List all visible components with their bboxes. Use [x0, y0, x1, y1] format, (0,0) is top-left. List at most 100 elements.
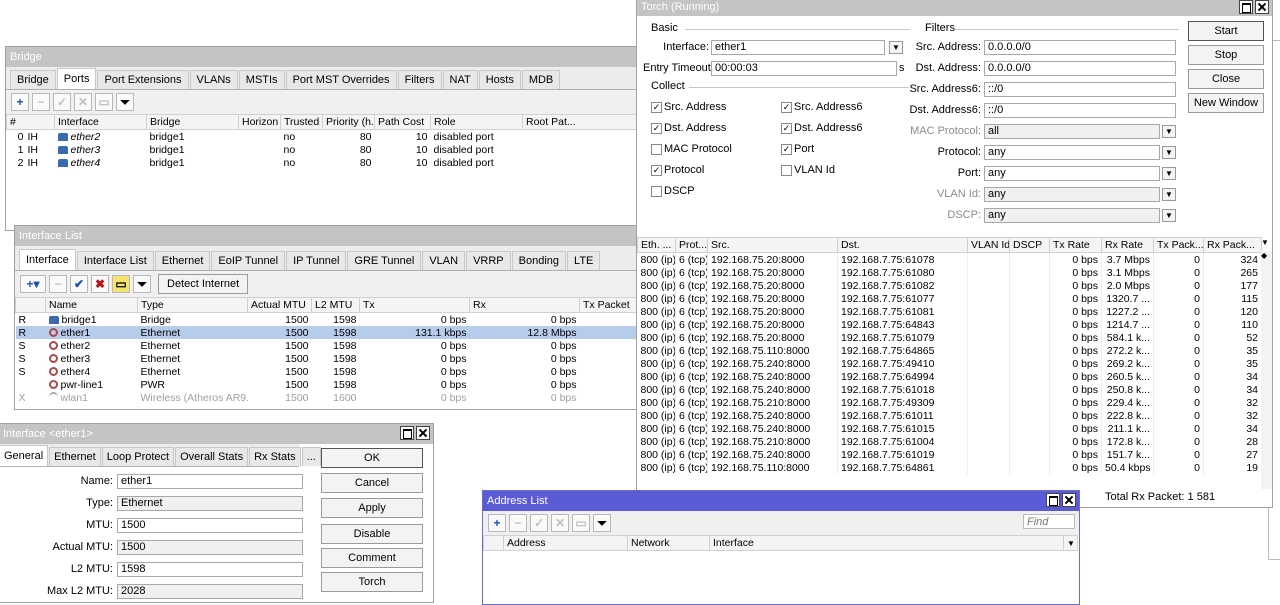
tab-ip-tunnel[interactable]: IP Tunnel	[286, 251, 347, 270]
port-filter[interactable]: any	[984, 166, 1160, 181]
column-header[interactable]: Prot...	[675, 237, 708, 253]
cancel-button[interactable]: Cancel	[321, 473, 423, 493]
tab-more[interactable]: ...	[301, 447, 321, 466]
mtu-field[interactable]: 1500	[117, 518, 303, 533]
l2-mtu-field[interactable]: 1598	[117, 562, 303, 577]
interface-list-titlebar[interactable]: Interface List	[15, 226, 643, 246]
table-row[interactable]: Xwlan1 Wireless (Atheros AR9... 1500 1600 0 …	[16, 391, 644, 404]
table-row[interactable]: 800 (ip) 6 (tcp) 192.168.75.210:8000 192.16…	[637, 435, 1262, 448]
enable-icon[interactable]: ✓	[530, 514, 548, 532]
tab-vlans[interactable]: VLANs	[189, 70, 238, 89]
src-address-checkbox[interactable]: ✓	[651, 102, 662, 113]
find-input[interactable]	[1023, 514, 1075, 529]
table-row[interactable]: 800 (ip) 6 (tcp) 192.168.75.20:8000 192.168…	[637, 305, 1262, 318]
column-header[interactable]: Src.	[707, 237, 838, 253]
tab-mdb[interactable]: MDB	[521, 70, 561, 89]
table-row[interactable]: Sether3 Ethernet 1500 1598 0 bps 0 bps	[16, 352, 644, 365]
tab-hosts[interactable]: Hosts	[478, 70, 521, 89]
src-address6-checkbox[interactable]: ✓	[781, 102, 792, 113]
table-row[interactable]: Rbridge1 Bridge 1500 1598 0 bps 0 bps	[16, 313, 644, 327]
tab-gre-tunnel[interactable]: GRE Tunnel	[347, 251, 422, 270]
enable-icon[interactable]: ✓	[53, 93, 71, 111]
dropdown-icon[interactable]: ▼	[1162, 188, 1176, 201]
column-header[interactable]: Actual MTU	[247, 297, 312, 313]
address-list-titlebar[interactable]: Address List	[483, 491, 1079, 511]
table-row[interactable]: pwr-line1 PWR 1500 1598 0 bps 0 bps	[16, 378, 644, 391]
tab-general[interactable]: General	[0, 445, 49, 466]
actual-mtu-field[interactable]: 1500	[117, 540, 303, 555]
table-row[interactable]: 800 (ip) 6 (tcp) 192.168.75.240:8000 192.16…	[637, 357, 1262, 370]
dst-address6-filter[interactable]: ::/0	[984, 103, 1176, 118]
dropdown-icon[interactable]: ▼	[1162, 167, 1176, 180]
src-address6-filter[interactable]: ::/0	[984, 82, 1176, 97]
add-icon[interactable]: +▾	[20, 275, 46, 293]
ok-button[interactable]: OK	[321, 448, 423, 468]
tab-eoip-tunnel[interactable]: EoIP Tunnel	[211, 251, 286, 270]
tab-interface[interactable]: Interface	[19, 249, 76, 270]
table-row[interactable]: 800 (ip) 6 (tcp) 192.168.75.240:8000 192.16…	[637, 448, 1262, 461]
start-button[interactable]: Start	[1188, 21, 1264, 41]
table-row[interactable]: 800 (ip) 6 (tcp) 192.168.75.240:8000 192.16…	[637, 409, 1262, 422]
column-header[interactable]: Priority (h...	[322, 114, 375, 130]
table-row[interactable]: 800 (ip) 6 (tcp) 192.168.75.20:8000 192.168…	[637, 292, 1262, 305]
bridge-titlebar[interactable]: Bridge	[6, 47, 644, 67]
dscp-filter[interactable]: any	[984, 208, 1160, 223]
table-row[interactable]: 1 IH ether3 bridge1 no 80 10 disabled port	[7, 143, 645, 156]
torch-button[interactable]: Torch	[321, 572, 423, 592]
table-row[interactable]: 800 (ip) 6 (tcp) 192.168.75.110:8000 192.16…	[637, 461, 1262, 474]
disable-button[interactable]: Disable	[321, 524, 423, 544]
comment-icon[interactable]: ▭	[572, 514, 590, 532]
tab-ports[interactable]: Ports	[56, 68, 97, 89]
type-field[interactable]: Ethernet	[117, 496, 303, 511]
add-icon[interactable]: +	[488, 514, 506, 532]
column-header[interactable]: Eth. ...	[637, 237, 676, 253]
torch-header-dropdown-icon[interactable]: ▼	[1261, 238, 1272, 250]
filter-icon[interactable]: ⏷	[133, 275, 151, 293]
dropdown-icon[interactable]: ▼	[1162, 125, 1176, 138]
tab-overall-stats[interactable]: Overall Stats	[175, 447, 249, 466]
column-header[interactable]: Trusted	[280, 114, 323, 130]
maximize-icon[interactable]	[1046, 493, 1060, 507]
tab-port-extensions[interactable]: Port Extensions	[97, 70, 189, 89]
column-header[interactable]: DSCP	[1009, 237, 1050, 253]
column-header[interactable]: Tx	[359, 297, 470, 313]
column-header[interactable]: Tx Pack...	[1153, 237, 1204, 253]
table-row[interactable]: 800 (ip) 6 (tcp) 192.168.75.20:8000 192.168…	[637, 252, 1262, 266]
column-header[interactable]: Tx Rate	[1049, 237, 1102, 253]
tab-mstis[interactable]: MSTIs	[238, 70, 285, 89]
dscp-checkbox[interactable]	[651, 186, 662, 197]
name-field[interactable]: ether1	[117, 474, 303, 489]
filter-icon[interactable]: ⏷	[116, 93, 134, 111]
torch-scrollbar[interactable]: ◆	[1261, 251, 1272, 489]
column-header[interactable]: Path Cost	[374, 114, 431, 130]
column-header[interactable]: Tx Packet	[579, 297, 643, 313]
enable-icon[interactable]: ✔	[70, 275, 88, 293]
interface-select[interactable]: ether1	[711, 40, 885, 55]
column-header[interactable]: Bridge	[146, 114, 239, 130]
mac-protocol-filter[interactable]: all	[984, 124, 1160, 139]
maximize-icon[interactable]	[400, 426, 414, 440]
tab-vlan[interactable]: VLAN	[422, 251, 466, 270]
tab-bonding[interactable]: Bonding	[511, 251, 567, 270]
stop-button[interactable]: Stop	[1188, 45, 1264, 65]
max-l2-mtu-field[interactable]: 2028	[117, 584, 303, 599]
close-button[interactable]: Close	[1188, 69, 1264, 89]
table-row[interactable]: 800 (ip) 6 (tcp) 192.168.75.110:8000 192.16…	[637, 344, 1262, 357]
table-row[interactable]: 800 (ip) 6 (tcp) 192.168.75.240:8000 192.16…	[637, 383, 1262, 396]
dropdown-icon[interactable]: ▼	[1162, 209, 1176, 222]
column-header[interactable]: Rx Pack...	[1203, 237, 1262, 253]
table-row[interactable]: 800 (ip) 6 (tcp) 192.168.75.240:8000 192.16…	[637, 422, 1262, 435]
column-header[interactable]: VLAN Id	[967, 237, 1010, 253]
column-header[interactable]: Name	[45, 297, 138, 313]
new-window-button[interactable]: New Window	[1188, 93, 1264, 113]
column-header[interactable]: Network	[627, 535, 710, 551]
column-header[interactable]: Type	[137, 297, 248, 313]
close-icon[interactable]	[1062, 493, 1076, 507]
disable-icon[interactable]: ✕	[551, 514, 569, 532]
column-header[interactable]: Rx	[469, 297, 580, 313]
tab-filters[interactable]: Filters	[397, 70, 442, 89]
tab-interface-list[interactable]: Interface List	[76, 251, 154, 270]
dst-address-checkbox[interactable]: ✓	[651, 123, 662, 134]
dropdown-icon[interactable]: ▼	[1162, 146, 1176, 159]
add-icon[interactable]: +	[11, 93, 29, 111]
